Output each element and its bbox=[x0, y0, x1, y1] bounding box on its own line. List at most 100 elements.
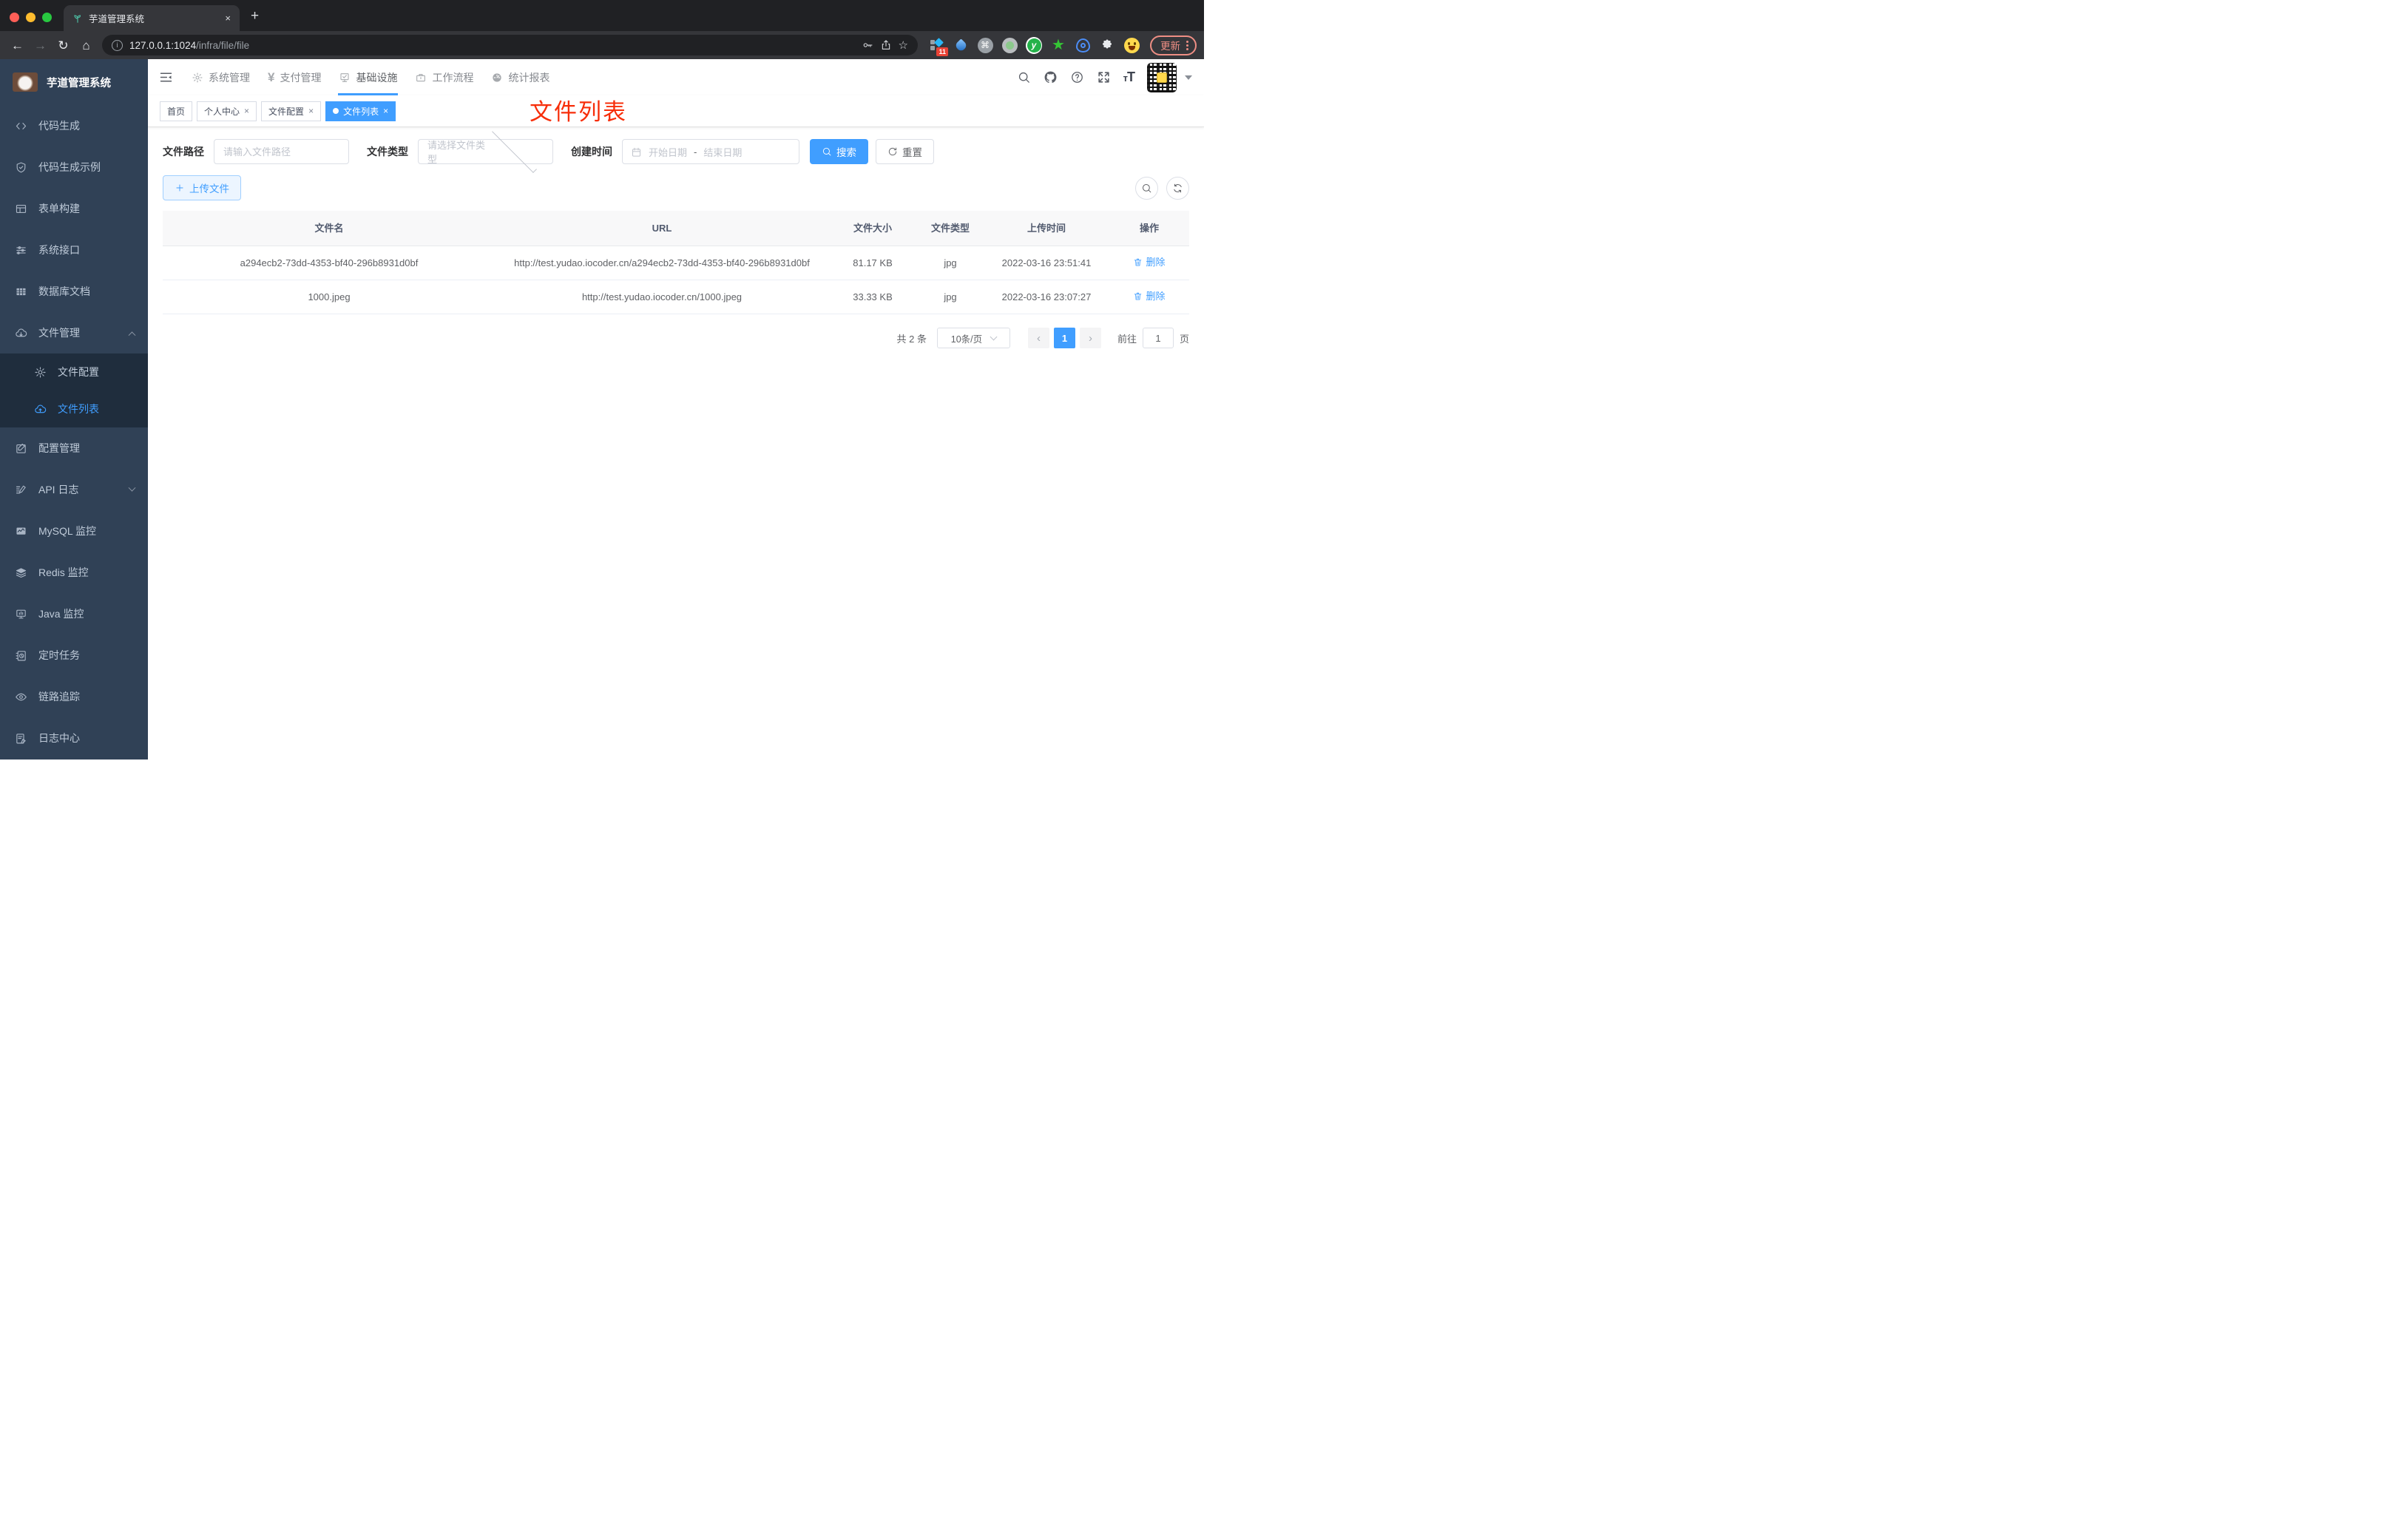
sidebar-item-api-log[interactable]: API 日志 bbox=[0, 469, 148, 510]
extension-dot-icon[interactable] bbox=[1001, 37, 1018, 53]
url-bar[interactable]: i 127.0.0.1:1024/infra/file/file ☆ bbox=[102, 35, 918, 55]
screen: 芋道管理系统 × + ← → ↻ ⌂ i 127.0.0.1:1024/infr… bbox=[0, 0, 1204, 760]
infra-monitor-icon bbox=[340, 72, 350, 82]
calendar-icon bbox=[632, 147, 640, 157]
file-type-select[interactable]: 请选择文件类型 bbox=[418, 127, 553, 173]
sidebar-item-file-list[interactable]: 文件列表 bbox=[0, 390, 148, 427]
close-icon[interactable]: × bbox=[383, 106, 388, 115]
site-info-icon[interactable]: i bbox=[112, 39, 123, 51]
extension-grid-icon[interactable]: 11 bbox=[928, 37, 948, 56]
browser-update-button[interactable]: 更新 bbox=[1150, 35, 1197, 55]
table-search-button[interactable] bbox=[1135, 176, 1158, 200]
tag-file-config[interactable]: 文件配置 × bbox=[261, 101, 322, 121]
new-tab-button[interactable]: + bbox=[240, 8, 259, 31]
help-icon[interactable] bbox=[1070, 70, 1084, 84]
table-refresh-button[interactable] bbox=[1166, 176, 1189, 200]
delete-button[interactable]: 删除 bbox=[1133, 288, 1166, 304]
puzzle-extensions-icon[interactable] bbox=[1099, 37, 1115, 53]
zoom-window-button[interactable] bbox=[42, 13, 52, 22]
sidebar-item-mysql-monitor[interactable]: MySQL 监控 bbox=[0, 510, 148, 552]
sidebar-item-log-center[interactable]: 日志中心 bbox=[0, 717, 148, 759]
reset-button[interactable]: 重置 bbox=[876, 139, 934, 164]
caret-down-icon[interactable] bbox=[1185, 75, 1192, 80]
main-area: 系统管理 ¥ 支付管理 基础设施 工作流程 统计报表 тT 首页 个人中心 × … bbox=[148, 59, 1204, 760]
reload-icon[interactable]: ↻ bbox=[53, 39, 73, 52]
sidebar-collapse-button[interactable] bbox=[158, 70, 174, 85]
create-time-label: 创建时间 bbox=[571, 146, 612, 158]
url-text[interactable]: 127.0.0.1:1024/infra/file/file bbox=[129, 40, 855, 51]
extension-pin-icon[interactable] bbox=[953, 37, 969, 53]
back-icon[interactable]: ← bbox=[7, 39, 27, 52]
tag-home[interactable]: 首页 bbox=[160, 101, 193, 121]
extension-star-icon[interactable]: ★ bbox=[1050, 37, 1066, 53]
fullscreen-icon[interactable] bbox=[1097, 70, 1111, 84]
extension-eye-icon[interactable] bbox=[1075, 37, 1091, 53]
tag-file-list[interactable]: 文件列表 × bbox=[325, 101, 396, 121]
sidebar-item-code-gen[interactable]: 代码生成 bbox=[0, 105, 148, 146]
github-icon[interactable] bbox=[1044, 70, 1058, 84]
browser-toolbar: ← → ↻ ⌂ i 127.0.0.1:1024/infra/file/file… bbox=[0, 31, 1204, 59]
bookmark-star-icon[interactable]: ☆ bbox=[899, 38, 908, 52]
browser-tab[interactable]: 芋道管理系统 × bbox=[64, 5, 240, 31]
sidebar-item-code-gen-demo[interactable]: 代码生成示例 bbox=[0, 146, 148, 188]
goto-page-input[interactable] bbox=[1142, 328, 1174, 348]
share-icon[interactable] bbox=[880, 39, 892, 51]
nav-item-workflow[interactable]: 工作流程 bbox=[406, 59, 482, 95]
date-end-placeholder[interactable]: 结束日期 bbox=[703, 145, 742, 159]
extension-command-icon[interactable]: ⌘ bbox=[977, 37, 993, 53]
nav-item-report[interactable]: 统计报表 bbox=[482, 59, 558, 95]
sprout-icon bbox=[74, 14, 81, 23]
next-page-button[interactable]: › bbox=[1079, 328, 1101, 348]
close-icon[interactable]: × bbox=[244, 106, 249, 115]
password-key-icon[interactable] bbox=[862, 39, 873, 51]
sidebar-item-redis-monitor[interactable]: Redis 监控 bbox=[0, 552, 148, 593]
sidebar-item-db-doc[interactable]: 数据库文档 bbox=[0, 271, 148, 312]
profile-emoji-icon[interactable] bbox=[1123, 37, 1140, 53]
database-icon bbox=[16, 288, 26, 295]
sidebar-item-file-config[interactable]: 文件配置 bbox=[0, 353, 148, 390]
sidebar-item-tracing[interactable]: 链路追踪 bbox=[0, 676, 148, 717]
date-start-placeholder[interactable]: 开始日期 bbox=[649, 145, 687, 159]
forward-icon[interactable]: → bbox=[30, 39, 50, 52]
date-range-picker[interactable]: 开始日期 - 结束日期 bbox=[622, 139, 799, 164]
delete-button[interactable]: 删除 bbox=[1133, 254, 1166, 270]
sidebar-item-file-manage[interactable]: 文件管理 bbox=[0, 312, 148, 353]
cell-file-url: http://test.yudao.iocoder.cn/1000.jpeg bbox=[496, 280, 828, 314]
upload-file-button[interactable]: 上传文件 bbox=[163, 175, 241, 200]
fontsize-icon[interactable]: тT bbox=[1123, 70, 1135, 85]
page-number-button[interactable]: 1 bbox=[1053, 328, 1075, 348]
sidebar-submenu-file: 文件配置 文件列表 bbox=[0, 353, 148, 427]
file-path-input[interactable] bbox=[214, 139, 349, 164]
sidebar-item-system-api[interactable]: 系统接口 bbox=[0, 229, 148, 271]
sidebar-item-config-manage[interactable]: 配置管理 bbox=[0, 427, 148, 469]
search-button[interactable]: 搜索 bbox=[810, 139, 868, 164]
page-size-select[interactable]: 10条/页 bbox=[936, 328, 1010, 348]
nav-item-payment[interactable]: ¥ 支付管理 bbox=[259, 59, 330, 95]
extension-badge: 11 bbox=[936, 47, 948, 56]
chevron-down-icon bbox=[990, 333, 998, 340]
nav-item-system[interactable]: 系统管理 bbox=[183, 59, 259, 95]
close-icon[interactable]: × bbox=[308, 106, 314, 115]
sidebar-item-form-builder[interactable]: 表单构建 bbox=[0, 188, 148, 229]
minimize-window-button[interactable] bbox=[26, 13, 35, 22]
tag-profile[interactable]: 个人中心 × bbox=[197, 101, 257, 121]
tab-close-icon[interactable]: × bbox=[225, 13, 231, 24]
prev-page-button[interactable]: ‹ bbox=[1027, 328, 1049, 348]
red-annotation-text: 文件列表 bbox=[530, 99, 627, 125]
cloud-upload-icon bbox=[35, 404, 47, 413]
cell-upload-time: 2022-03-16 23:51:41 bbox=[984, 246, 1109, 280]
table-row: a294ecb2-73dd-4353-bf40-296b8931d0bf htt… bbox=[163, 246, 1189, 280]
search-icon[interactable] bbox=[1017, 70, 1031, 84]
total-count: 共 2 条 bbox=[896, 333, 927, 345]
sidebar-item-scheduled-jobs[interactable]: 定时任务 bbox=[0, 635, 148, 676]
extension-y-icon[interactable]: y bbox=[1026, 36, 1042, 54]
code-icon bbox=[16, 122, 27, 129]
home-icon[interactable]: ⌂ bbox=[76, 39, 96, 52]
window-controls[interactable] bbox=[0, 13, 64, 31]
close-window-button[interactable] bbox=[10, 13, 19, 22]
avatar[interactable] bbox=[1146, 61, 1178, 94]
browser-menu-icon[interactable] bbox=[1186, 40, 1188, 50]
sidebar-item-java-monitor[interactable]: Java 监控 bbox=[0, 593, 148, 635]
hamburger-icon bbox=[160, 72, 172, 82]
nav-item-infra[interactable]: 基础设施 bbox=[330, 59, 406, 95]
